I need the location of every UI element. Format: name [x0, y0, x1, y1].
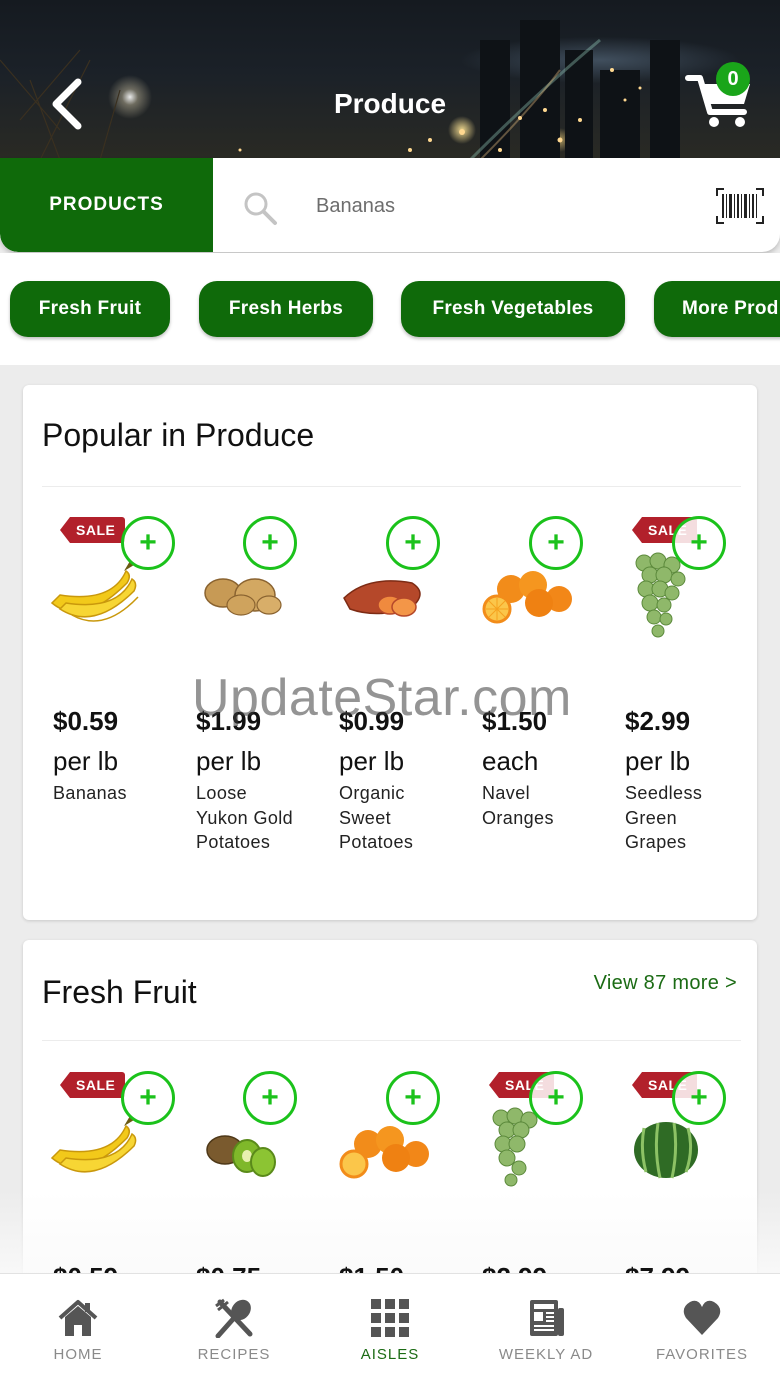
product-unit: per lb — [196, 746, 262, 776]
header: Produce 0 — [0, 0, 780, 160]
category-chips: Fresh Fruit Fresh Herbs Fresh Vegetables… — [0, 253, 780, 365]
search-bar: PRODUCTS — [0, 158, 780, 252]
product-name: Organic Sweet Potatoes — [339, 783, 414, 852]
bottom-nav: HOME RECIPES AISLES WEEKLY AD FAVORITES — [0, 1273, 780, 1387]
add-to-cart-button[interactable]: + — [121, 1071, 175, 1125]
add-to-cart-button[interactable]: + — [121, 516, 175, 570]
home-icon — [58, 1300, 98, 1336]
chip-fresh-vegetables[interactable]: Fresh Vegetables — [401, 281, 625, 337]
watermark: UpdateStar.com — [192, 669, 572, 727]
product-name: Loose Yukon Gold Potatoes — [196, 783, 294, 852]
nav-weekly-ad[interactable]: WEEKLY AD — [468, 1274, 624, 1387]
nav-label: HOME — [53, 1346, 103, 1363]
nav-favorites[interactable]: FAVORITES — [624, 1274, 780, 1387]
product-card[interactable]: SALE + $0.59 per lb Bananas — [42, 513, 185, 913]
nav-label: WEEKLY AD — [498, 1346, 594, 1363]
product-name: Bananas — [53, 783, 127, 803]
nav-label: AISLES — [360, 1346, 420, 1363]
divider — [42, 486, 741, 487]
view-more-link[interactable]: View 87 more > — [594, 972, 737, 995]
add-to-cart-button[interactable]: + — [672, 1071, 726, 1125]
utensils-icon — [215, 1298, 253, 1338]
product-unit: each — [482, 746, 539, 776]
grid-icon — [371, 1299, 409, 1337]
heart-icon — [683, 1300, 721, 1335]
add-to-cart-button[interactable]: + — [529, 516, 583, 570]
chip-fresh-fruit[interactable]: Fresh Fruit — [10, 281, 170, 337]
popular-produce-card: Popular in Produce SALE + $0.59 per lb B… — [23, 385, 757, 920]
page-title: Produce — [333, 88, 447, 119]
product-name: Seedless Green Grapes — [625, 783, 703, 852]
add-to-cart-button[interactable]: + — [243, 516, 297, 570]
nav-label: RECIPES — [197, 1346, 271, 1363]
sale-badge: SALE — [60, 1072, 126, 1098]
city-background — [0, 20, 680, 160]
section-title: Popular in Produce — [42, 417, 315, 453]
chip-more-products[interactable]: More Prod — [654, 281, 780, 337]
add-to-cart-button[interactable]: + — [386, 1071, 440, 1125]
sale-badge: SALE — [60, 517, 126, 543]
products-tab[interactable]: PRODUCTS — [0, 158, 213, 252]
search-input[interactable] — [316, 191, 676, 221]
barcode-scanner-icon[interactable] — [716, 188, 764, 224]
add-to-cart-button[interactable]: + — [386, 516, 440, 570]
add-to-cart-button[interactable]: + — [529, 1071, 583, 1125]
product-price: $2.99 — [625, 706, 691, 736]
nav-recipes[interactable]: RECIPES — [156, 1274, 312, 1387]
newspaper-icon — [530, 1300, 564, 1336]
product-price: $0.59 — [53, 706, 119, 736]
nav-aisles[interactable]: AISLES — [312, 1274, 468, 1387]
product-unit: per lb — [53, 746, 119, 776]
product-card[interactable]: SALE + $2.99 per lb Seedless Green Grape… — [614, 513, 757, 913]
chip-fresh-herbs[interactable]: Fresh Herbs — [199, 281, 373, 337]
nav-home[interactable]: HOME — [0, 1274, 156, 1387]
product-name: Navel Oranges — [482, 783, 554, 828]
divider — [42, 1040, 741, 1041]
nav-label: FAVORITES — [655, 1346, 749, 1363]
cart-count-badge: 0 — [716, 62, 750, 96]
product-unit: per lb — [625, 746, 691, 776]
search-icon — [244, 192, 277, 225]
product-unit: per lb — [339, 746, 405, 776]
add-to-cart-button[interactable]: + — [243, 1071, 297, 1125]
add-to-cart-button[interactable]: + — [672, 516, 726, 570]
section-title: Fresh Fruit — [42, 974, 197, 1010]
